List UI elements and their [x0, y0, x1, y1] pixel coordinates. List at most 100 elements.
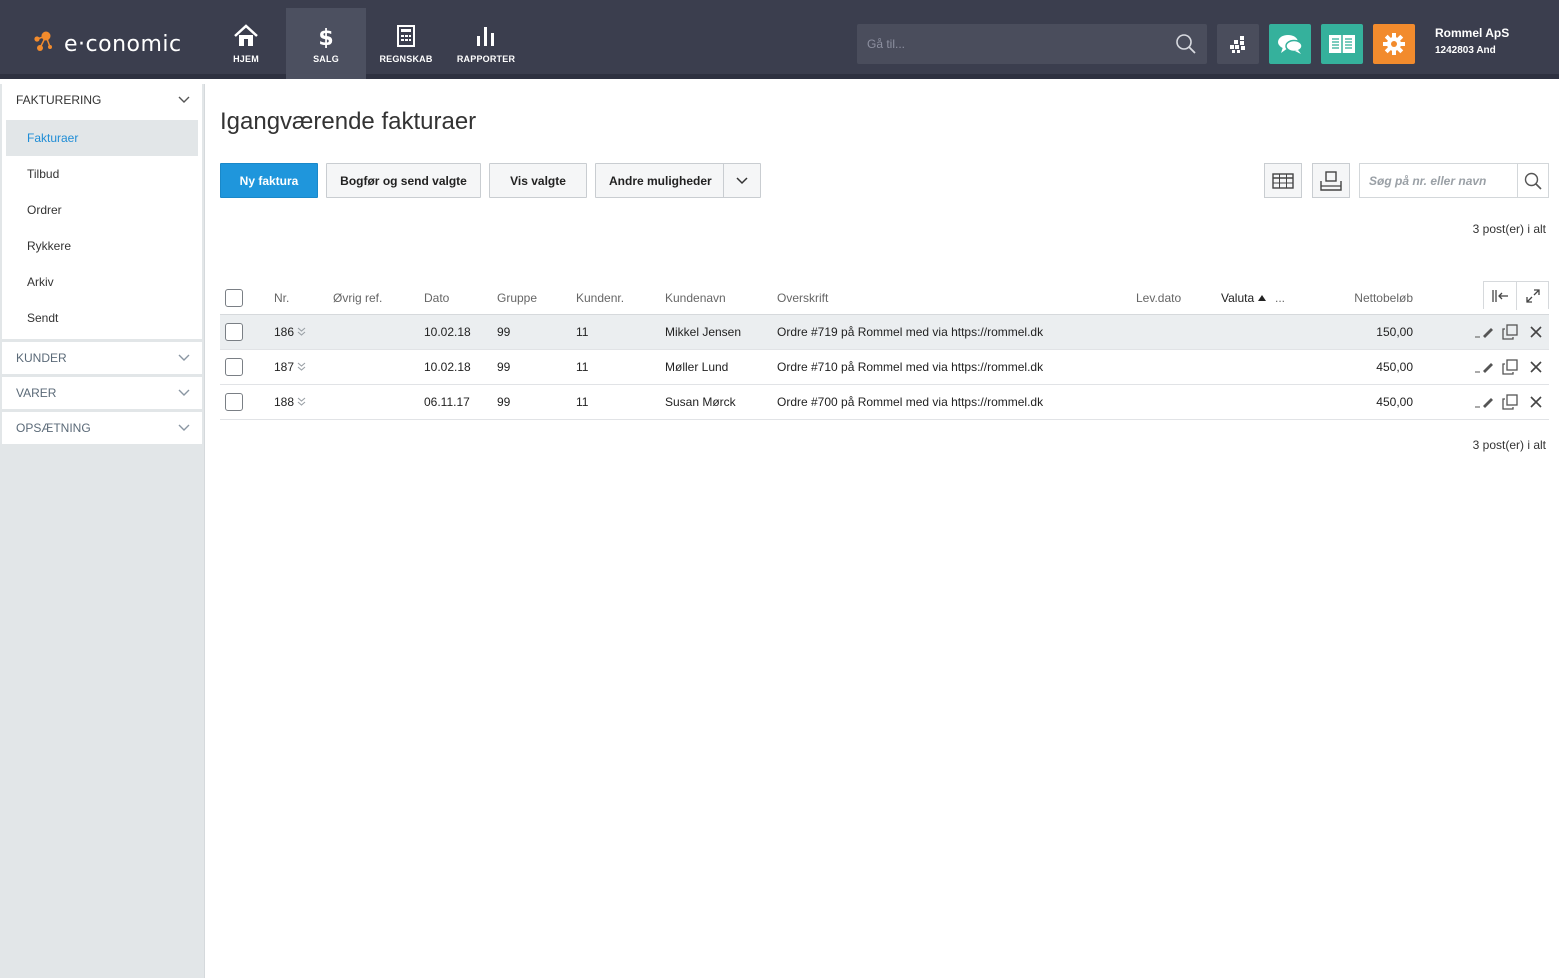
account-info[interactable]: Rommel ApS 1242803 And	[1435, 26, 1509, 56]
row-checkbox[interactable]	[225, 393, 243, 411]
sidebar: FAKTURERING Fakturaer Tilbud Ordrer Rykk…	[0, 84, 205, 978]
double-chevron-down-icon[interactable]	[297, 362, 306, 372]
delete-button[interactable]	[1523, 357, 1549, 377]
col-kundenr[interactable]: Kundenr.	[576, 281, 624, 314]
copy-button[interactable]	[1497, 357, 1523, 377]
nav-sales[interactable]: $ SALG	[286, 8, 366, 79]
table-row[interactable]: 186 10.02.18 99 11 Mikkel Jensen Ordre #…	[220, 315, 1549, 350]
sort-ascending-icon	[1258, 294, 1267, 301]
select-all-cell	[225, 281, 243, 314]
other-options-dropdown[interactable]: Andre muligheder	[595, 163, 761, 198]
chevron-down-icon	[178, 96, 190, 103]
table-row[interactable]: 187 10.02.18 99 11 Møller Lund Ordre #71…	[220, 350, 1549, 385]
dollar-icon: $	[318, 26, 333, 48]
table-header: Nr. Øvrig ref. Dato Gruppe Kundenr. Kund…	[220, 281, 1549, 315]
account-id: 1242803 And	[1435, 45, 1496, 56]
show-selected-button[interactable]: Vis valgte	[489, 163, 587, 198]
cell-kundenavn: Mikkel Jensen	[665, 325, 742, 339]
settings-button[interactable]	[1373, 24, 1415, 64]
sidebar-head-kunder[interactable]: KUNDER	[2, 342, 202, 374]
sidebar-item-tilbud[interactable]: Tilbud	[2, 156, 202, 192]
double-chevron-down-icon[interactable]	[297, 327, 306, 337]
record-count-top: 3 post(er) i alt	[1472, 222, 1546, 236]
cell-gruppe: 99	[497, 360, 511, 374]
goto-search	[857, 24, 1207, 64]
pencil-icon	[1475, 363, 1493, 373]
copy-icon	[1502, 359, 1518, 375]
delete-button[interactable]	[1523, 392, 1549, 412]
brand-logo[interactable]: e·conomic	[32, 26, 182, 62]
table-row[interactable]: 188 06.11.17 99 11 Susan Mørck Ordre #70…	[220, 385, 1549, 420]
double-chevron-down-icon[interactable]	[297, 397, 306, 407]
chat-button[interactable]	[1269, 24, 1311, 64]
col-nr[interactable]: Nr.	[274, 281, 289, 314]
edit-button[interactable]	[1471, 322, 1497, 342]
sidebar-item-arkiv[interactable]: Arkiv	[2, 264, 202, 300]
close-icon	[1530, 396, 1542, 408]
invoice-search-button[interactable]	[1517, 164, 1548, 197]
sidebar-head-opsaetning[interactable]: OPSÆTNING	[2, 412, 202, 444]
invoice-number[interactable]: 186	[274, 325, 294, 339]
cell-nr: 188	[274, 385, 306, 419]
copy-icon	[1502, 324, 1518, 340]
sidebar-section-kunder: KUNDER	[2, 342, 202, 374]
calculator-icon	[397, 24, 415, 47]
copy-button[interactable]	[1497, 392, 1523, 412]
nav-home[interactable]: HJEM	[206, 8, 286, 79]
table-tools	[1483, 281, 1549, 310]
nav-reports-label: RAPPORTER	[456, 53, 516, 64]
col-kundenavn[interactable]: Kundenavn	[665, 281, 726, 314]
invoice-number[interactable]: 187	[274, 360, 294, 374]
row-select-cell	[225, 350, 243, 384]
print-button[interactable]	[1312, 163, 1350, 198]
col-valuta[interactable]: Valuta	[1221, 281, 1267, 314]
new-invoice-button[interactable]: Ny faktura	[220, 163, 318, 198]
row-actions	[1471, 350, 1549, 384]
row-select-cell	[225, 315, 243, 349]
post-and-send-button[interactable]: Bogfør og send valgte	[326, 163, 481, 198]
cell-gruppe: 99	[497, 325, 511, 339]
page-title: Igangværende fakturaer	[220, 108, 477, 135]
delete-button[interactable]	[1523, 322, 1549, 342]
main-nav: HJEM $ SALG REGNSKAB RAPPORTER	[206, 8, 526, 79]
invoice-table: Nr. Øvrig ref. Dato Gruppe Kundenr. Kund…	[220, 281, 1549, 420]
copy-button[interactable]	[1497, 322, 1523, 342]
copy-icon	[1502, 394, 1518, 410]
col-valuta-label: Valuta	[1221, 290, 1255, 305]
dropdown-toggle[interactable]	[723, 164, 760, 197]
col-dato[interactable]: Dato	[424, 281, 449, 314]
apps-button[interactable]	[1217, 24, 1259, 64]
chevron-down-icon	[736, 176, 748, 184]
nav-accounting[interactable]: REGNSKAB	[366, 8, 446, 79]
row-checkbox[interactable]	[225, 323, 243, 341]
search-icon[interactable]	[1175, 33, 1197, 55]
edit-button[interactable]	[1471, 357, 1497, 377]
collapse-columns-button[interactable]	[1484, 282, 1516, 310]
row-actions	[1471, 315, 1549, 349]
sidebar-item-ordrer[interactable]: Ordrer	[2, 192, 202, 228]
sidebar-item-fakturaer[interactable]: Fakturaer	[6, 120, 198, 156]
row-checkbox[interactable]	[225, 358, 243, 376]
expand-table-button[interactable]	[1516, 282, 1548, 310]
edit-button[interactable]	[1471, 392, 1497, 412]
sidebar-head-varer[interactable]: VARER	[2, 377, 202, 409]
cell-kundenr: 11	[576, 360, 589, 374]
invoice-search-input[interactable]	[1360, 164, 1518, 197]
sidebar-item-sendt[interactable]: Sendt	[2, 300, 202, 336]
col-ref[interactable]: Øvrig ref.	[333, 281, 382, 314]
select-all-checkbox[interactable]	[225, 288, 243, 307]
invoice-number[interactable]: 188	[274, 395, 294, 409]
logo-mark-icon	[34, 31, 52, 51]
column-layout-button[interactable]	[1264, 163, 1302, 198]
col-overskrift[interactable]: Overskrift	[777, 281, 828, 314]
nav-reports[interactable]: RAPPORTER	[446, 8, 526, 79]
sidebar-item-rykkere[interactable]: Rykkere	[2, 228, 202, 264]
help-book-button[interactable]	[1321, 24, 1363, 64]
close-icon	[1530, 361, 1542, 373]
sidebar-head-fakturering[interactable]: FAKTURERING	[2, 84, 202, 116]
col-levdato[interactable]: Lev.dato	[1136, 281, 1181, 314]
col-more[interactable]: ...	[1275, 281, 1285, 314]
col-gruppe[interactable]: Gruppe	[497, 281, 537, 314]
col-netto[interactable]: Nettobeløb	[1330, 281, 1413, 314]
goto-input[interactable]	[857, 24, 1167, 64]
